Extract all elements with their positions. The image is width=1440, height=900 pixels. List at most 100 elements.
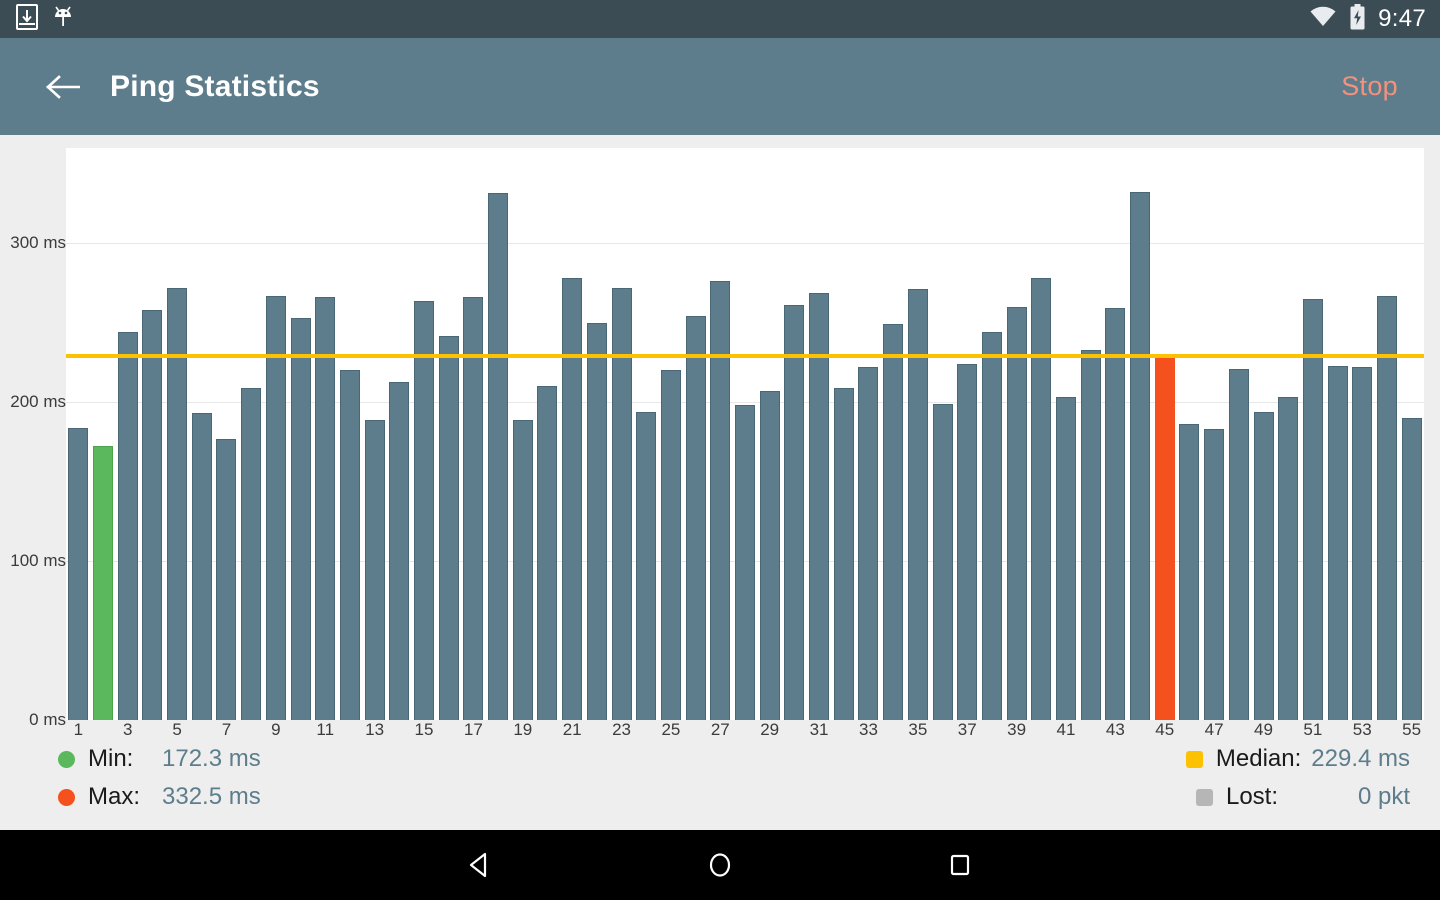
chart-bar bbox=[216, 438, 237, 720]
chart-bar bbox=[488, 192, 509, 720]
chart-bar bbox=[1352, 367, 1373, 720]
x-axis-tick-label: 21 bbox=[562, 720, 582, 739]
chart-bars bbox=[66, 148, 1424, 720]
legend-right-column: Median: 229.4 ms Lost: 0 pkt bbox=[1185, 740, 1410, 816]
chart-bar bbox=[512, 419, 533, 720]
chart-bar bbox=[586, 322, 607, 720]
chart-bar bbox=[1253, 411, 1274, 720]
chart-bar bbox=[636, 411, 657, 720]
battery-charging-icon bbox=[1349, 3, 1366, 35]
chart-bar bbox=[438, 335, 459, 720]
x-axis-tick-label: 43 bbox=[1105, 720, 1125, 739]
back-arrow-icon[interactable] bbox=[44, 68, 82, 106]
x-axis-tick-label: 11 bbox=[316, 720, 335, 739]
median-value: 229.4 ms bbox=[1311, 745, 1410, 772]
wifi-icon bbox=[1309, 6, 1337, 33]
nav-home-circle-icon[interactable] bbox=[640, 830, 800, 900]
chart-bar bbox=[389, 381, 410, 720]
x-axis-tick-label: 37 bbox=[957, 720, 977, 739]
x-axis-tick-label: 53 bbox=[1352, 720, 1372, 739]
chart-bar bbox=[241, 387, 262, 720]
ping-chart: 0 ms 100 ms 200 ms 300 ms 1 3 5 7 9 11 13 15 17 19 21… bbox=[0, 135, 1440, 739]
chart-bar bbox=[1204, 429, 1225, 720]
chart-bar bbox=[1278, 397, 1299, 720]
chart-bar bbox=[1179, 424, 1200, 720]
chart-bar bbox=[1302, 298, 1323, 720]
chart-bar bbox=[685, 316, 706, 720]
chart-bar bbox=[710, 281, 731, 720]
chart-bar bbox=[562, 278, 583, 720]
chart-bar bbox=[784, 305, 805, 720]
x-axis-tick-label: 17 bbox=[463, 720, 483, 739]
x-axis-tick-label: 13 bbox=[365, 720, 385, 739]
chart-bar bbox=[315, 297, 336, 720]
legend-item-lost: Lost: 0 pkt bbox=[1186, 778, 1410, 816]
chart-bar bbox=[68, 428, 89, 720]
chart-bar bbox=[290, 318, 311, 720]
legend-item-max: Max: 332.5 ms bbox=[58, 778, 261, 816]
y-axis-tick-label: 200 ms bbox=[10, 392, 66, 412]
min-color-swatch bbox=[58, 750, 75, 768]
y-axis-tick-label: 300 ms bbox=[10, 233, 66, 253]
chart-bar bbox=[1376, 295, 1397, 720]
device-screen: 9:47 Ping Statistics Stop 0 ms 100 ms 200 … bbox=[0, 0, 1440, 900]
chart-bar bbox=[981, 332, 1002, 720]
x-axis-tick-label: 27 bbox=[710, 720, 730, 739]
android-head-icon bbox=[52, 4, 74, 35]
min-label: Min: bbox=[88, 745, 134, 772]
chart-bar bbox=[1130, 191, 1151, 720]
chart-bar bbox=[191, 413, 212, 720]
status-bar: 9:47 bbox=[0, 0, 1440, 38]
chart-bar bbox=[364, 419, 385, 720]
download-icon bbox=[16, 3, 38, 35]
chart-bar bbox=[463, 297, 484, 720]
chart-bar bbox=[660, 370, 681, 720]
chart-bar bbox=[932, 403, 953, 720]
lost-value: 0 pkt bbox=[1357, 783, 1410, 810]
median-reference-line bbox=[66, 353, 1424, 358]
median-label: Median: bbox=[1215, 745, 1302, 772]
chart-bar bbox=[883, 324, 904, 720]
x-axis-tick-label: 51 bbox=[1303, 720, 1323, 739]
chart-bar bbox=[1006, 306, 1027, 720]
chart-bar bbox=[1327, 365, 1348, 720]
x-axis-tick-label: 39 bbox=[1007, 720, 1027, 739]
x-axis-tick-label: 7 bbox=[221, 720, 232, 739]
app-bar: Ping Statistics Stop bbox=[0, 38, 1440, 135]
chart-bar bbox=[1401, 418, 1422, 720]
chart-bar bbox=[414, 300, 435, 720]
x-axis-tick-label: 41 bbox=[1056, 720, 1076, 739]
chart-bar bbox=[1055, 397, 1076, 720]
chart-bar bbox=[142, 310, 163, 720]
chart-bar bbox=[265, 295, 286, 720]
chart-bar bbox=[1228, 368, 1249, 720]
statistics-legend: Min: 172.3 ms Max: 332.5 ms Median: 229.… bbox=[0, 740, 1440, 830]
x-axis-tick-label: 31 bbox=[809, 720, 829, 739]
chart-bar bbox=[1154, 356, 1175, 720]
chart-plot-area bbox=[66, 148, 1424, 720]
stop-button[interactable]: Stop bbox=[1341, 71, 1398, 102]
chart-bar bbox=[1031, 278, 1052, 720]
median-color-swatch bbox=[1185, 750, 1203, 768]
nav-back-triangle-icon[interactable] bbox=[400, 830, 560, 900]
chart-bar bbox=[858, 367, 879, 720]
x-axis-tick-label: 33 bbox=[858, 720, 878, 739]
x-axis-tick-label: 35 bbox=[908, 720, 928, 739]
chart-bar bbox=[93, 446, 114, 720]
legend-left-column: Min: 172.3 ms Max: 332.5 ms bbox=[58, 740, 261, 816]
x-axis-tick-label: 47 bbox=[1204, 720, 1224, 739]
legend-item-min: Min: 172.3 ms bbox=[58, 740, 261, 778]
x-axis-tick-label: 45 bbox=[1155, 720, 1175, 739]
nav-recents-square-icon[interactable] bbox=[880, 830, 1040, 900]
chart-bar bbox=[537, 386, 558, 720]
lost-label: Lost: bbox=[1225, 783, 1278, 810]
chart-bar bbox=[957, 364, 978, 720]
x-axis-tick-label: 49 bbox=[1254, 720, 1273, 739]
legend-item-median: Median: 229.4 ms bbox=[1185, 740, 1410, 778]
x-axis-tick-label: 1 bbox=[73, 720, 84, 739]
x-axis-tick-label: 3 bbox=[122, 720, 133, 739]
x-axis-tick-label: 29 bbox=[760, 720, 780, 739]
chart-bar bbox=[735, 405, 755, 720]
x-axis-tick-label: 19 bbox=[513, 720, 533, 739]
chart-bar bbox=[1080, 349, 1101, 720]
